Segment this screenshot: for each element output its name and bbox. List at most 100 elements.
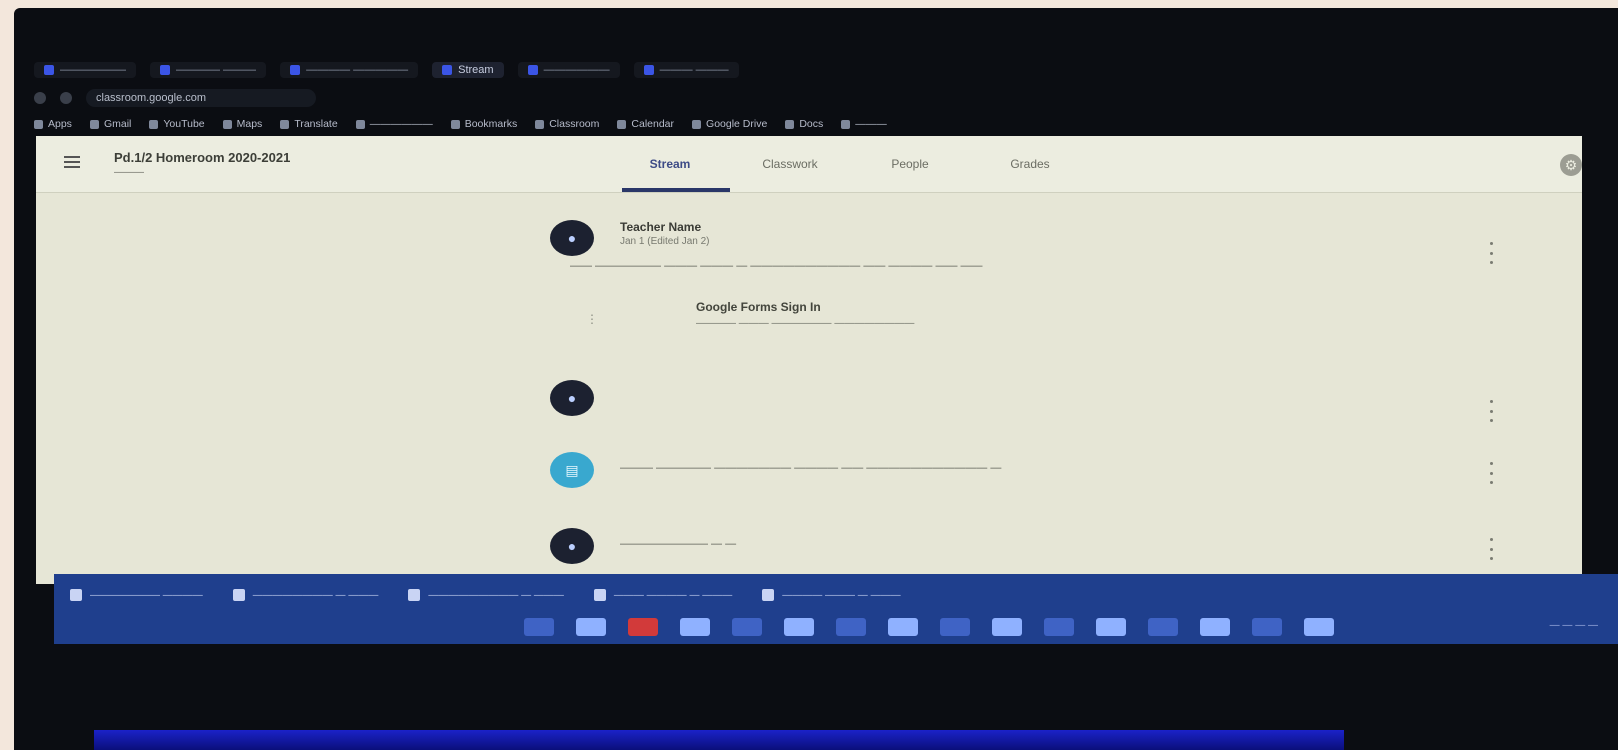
class-tabs: Stream Classwork People Grades	[610, 136, 1090, 192]
bookmark-item[interactable]: Maps	[222, 118, 262, 130]
reload-icon[interactable]	[60, 92, 72, 104]
bookmark-icon	[450, 119, 460, 129]
pinned-app-icon[interactable]	[680, 618, 710, 636]
tab-people[interactable]: People	[850, 136, 970, 192]
browser-tab[interactable]: ———— ———	[150, 62, 267, 78]
browser-tab[interactable]: ——————	[517, 62, 620, 78]
class-section: ———	[114, 167, 144, 178]
bookmark-item[interactable]: ———	[841, 118, 887, 130]
system-tray[interactable]: — — — —	[1550, 620, 1598, 631]
stream-post[interactable]: ● Teacher Name Jan 1 (Edited Jan 2) —— —…	[536, 216, 1496, 366]
pinned-app-icon[interactable]	[576, 618, 606, 636]
pinned-app-icon[interactable]	[628, 618, 658, 636]
pinned-app-icon[interactable]	[836, 618, 866, 636]
pinned-app-icon[interactable]	[1252, 618, 1282, 636]
more-options-icon[interactable]	[1486, 400, 1496, 422]
browser-tab[interactable]: ——— ———	[633, 62, 739, 78]
bookmark-icon	[149, 119, 159, 129]
more-options-icon[interactable]	[1486, 242, 1496, 264]
app-icon	[70, 589, 82, 601]
stream-post[interactable]: ●	[536, 376, 1496, 426]
attachment-icon: ⋮	[586, 312, 598, 326]
more-options-icon[interactable]	[1486, 538, 1496, 560]
favicon-icon	[290, 65, 301, 75]
pinned-app-icon[interactable]	[888, 618, 918, 636]
open-windows-list: ——————— ———— ———————— — ——— ————————— — …	[54, 580, 1618, 610]
pinned-app-icon[interactable]	[1200, 618, 1230, 636]
favicon-icon	[442, 65, 453, 75]
back-icon[interactable]	[34, 92, 46, 104]
class-name: Pd.1/2 Homeroom 2020-2021	[114, 150, 291, 165]
classroom-page: Pd.1/2 Homeroom 2020-2021 ——— Stream Cla…	[36, 136, 1582, 584]
bookmark-icon	[222, 119, 232, 129]
pinned-app-icon[interactable]	[1304, 618, 1334, 636]
post-body: —— —————— ——— ——— — —————————— —— ———— —…	[570, 260, 983, 272]
bookmarks-bar: Apps Gmail YouTube Maps Translate ——————…	[34, 114, 1594, 134]
assignment-icon: ▤	[550, 452, 594, 488]
taskbar-window[interactable]: ————————— — ———	[408, 589, 564, 601]
avatar: ●	[550, 220, 594, 256]
bookmark-icon	[617, 119, 627, 129]
monitor-bezel: —————— ———— ——— ———— ————— Stream ——————…	[14, 8, 1618, 750]
app-icon	[762, 589, 775, 601]
bookmark-item[interactable]: Calendar	[617, 118, 674, 130]
more-options-icon[interactable]	[1486, 462, 1496, 484]
avatar: ●	[550, 528, 594, 564]
favicon-icon	[160, 65, 170, 75]
settings-gear-icon[interactable]: ⚙	[1560, 154, 1582, 176]
app-icon	[232, 589, 245, 601]
bookmark-item[interactable]: Translate	[280, 118, 338, 130]
bookmark-item[interactable]: Docs	[785, 118, 823, 130]
bookmark-item[interactable]: Classroom	[535, 118, 599, 130]
bookmark-icon	[355, 119, 365, 129]
app-icon	[593, 589, 606, 601]
class-title[interactable]: Pd.1/2 Homeroom 2020-2021 ———	[114, 150, 290, 178]
bookmark-icon	[34, 119, 43, 129]
bookmark-icon	[692, 119, 702, 129]
post-date: Jan 1 (Edited Jan 2)	[620, 236, 710, 247]
tab-stream[interactable]: Stream	[610, 136, 730, 192]
tab-classwork[interactable]: Classwork	[730, 136, 850, 192]
pinned-app-icon[interactable]	[992, 618, 1022, 636]
pinned-app-icon[interactable]	[732, 618, 762, 636]
pinned-app-icon[interactable]	[784, 618, 814, 636]
bookmark-icon	[535, 119, 545, 129]
bookmark-item[interactable]: YouTube	[149, 118, 205, 130]
bookmark-item[interactable]: Gmail	[89, 118, 131, 130]
pinned-app-icon[interactable]	[1148, 618, 1178, 636]
attachment-title: Google Forms Sign In	[696, 300, 821, 314]
favicon-icon	[643, 65, 654, 75]
taskbar-window[interactable]: ———— ——— — ———	[762, 589, 901, 601]
os-taskbar: ——————— ———— ———————— — ——— ————————— — …	[54, 574, 1618, 644]
browser-tab[interactable]: ——————	[34, 62, 136, 78]
post-text: ——— ————— ——————— ———— —— ——————————— —	[620, 462, 1002, 474]
pinned-app-icon[interactable]	[1096, 618, 1126, 636]
pinned-app-icon[interactable]	[1044, 618, 1074, 636]
screen-glow	[94, 730, 1344, 750]
bookmark-item[interactable]: ——————	[355, 118, 433, 130]
stream-post[interactable]: ▤ ——— ————— ——————— ———— —— ——————————— …	[536, 448, 1496, 498]
bookmark-item[interactable]: Google Drive	[692, 118, 767, 130]
pinned-app-icon[interactable]	[524, 618, 554, 636]
tab-grades[interactable]: Grades	[970, 136, 1090, 192]
taskbar-window[interactable]: ———————— — ———	[232, 589, 378, 601]
browser-tab[interactable]: ———— —————	[280, 62, 419, 78]
bookmark-icon	[89, 119, 99, 129]
post-text: ———————— — —	[620, 538, 737, 550]
pinned-app-icon[interactable]	[940, 618, 970, 636]
taskbar-window[interactable]: ——————— ————	[70, 589, 203, 601]
avatar: ●	[550, 380, 594, 416]
address-bar[interactable]: classroom.google.com	[86, 89, 316, 107]
browser-toolbar: classroom.google.com	[34, 86, 1594, 110]
bookmark-item[interactable]: Bookmarks	[450, 118, 517, 130]
stream-post[interactable]: ● ———————— — —	[536, 526, 1496, 576]
attachment-subtitle: ———— ——— —————— ————————	[696, 318, 915, 329]
favicon-icon	[44, 65, 54, 75]
taskbar-window[interactable]: ——— ———— — ———	[593, 589, 732, 601]
pinned-apps	[524, 614, 1334, 640]
attachment-card[interactable]: Google Forms Sign In ———— ——— —————— ———…	[696, 300, 1116, 350]
app-icon	[408, 589, 421, 601]
browser-tab-active[interactable]: Stream	[432, 62, 504, 78]
bookmark-item[interactable]: Apps	[34, 118, 72, 130]
main-menu-icon[interactable]	[64, 156, 80, 168]
